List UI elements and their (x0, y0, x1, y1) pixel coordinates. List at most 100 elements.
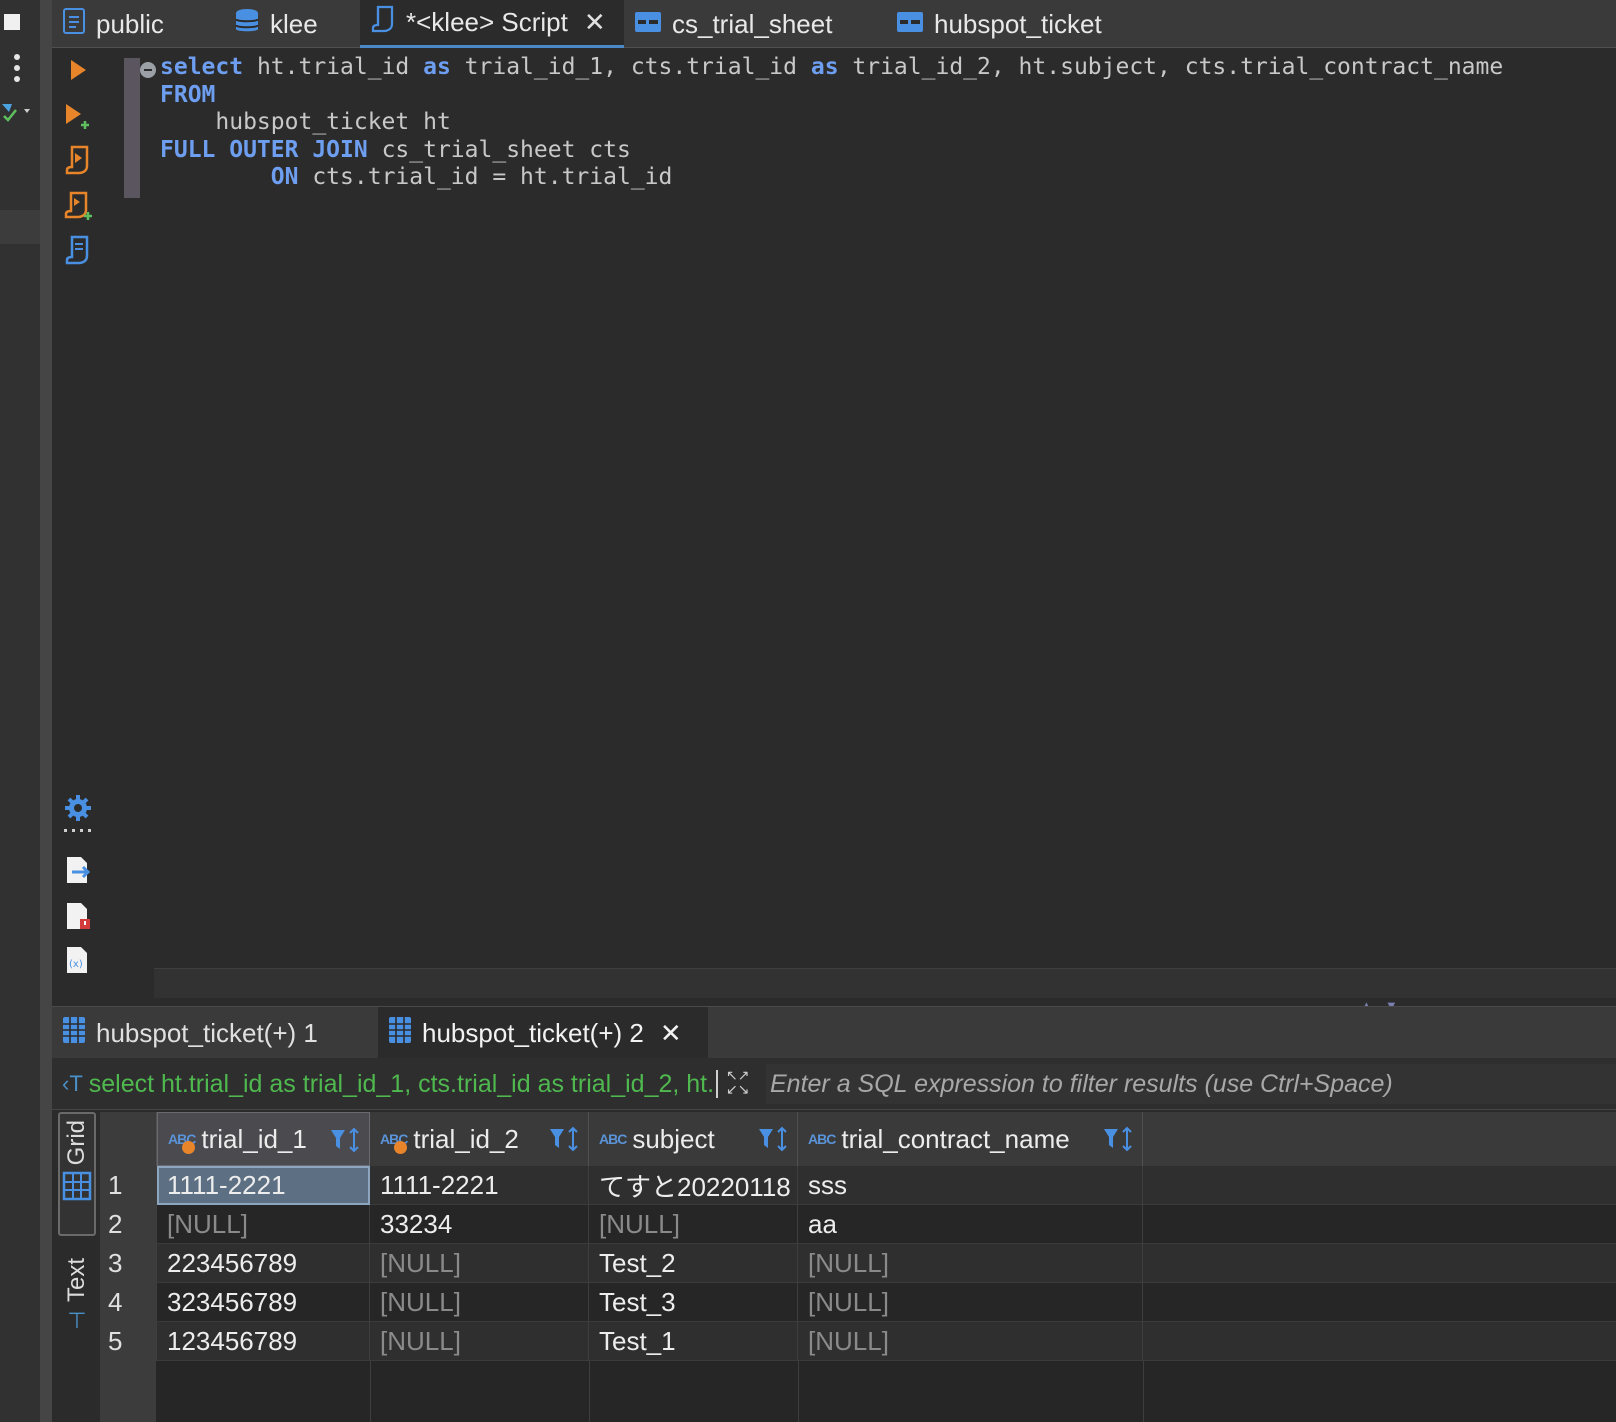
results-tab-bar: hubspot_ticket(+) 1 hubspot_ticket(+) 2 … (52, 1006, 1616, 1059)
grid-cell[interactable]: Test_2 (589, 1244, 798, 1283)
export-icon[interactable] (60, 852, 96, 888)
grid-cell[interactable]: 123456789 (157, 1322, 370, 1361)
grid-cell[interactable]: [NULL] (157, 1205, 370, 1244)
code-text: hubspot_ticket ht (160, 109, 451, 135)
grid-cell[interactable]: Test_1 (589, 1322, 798, 1361)
tab-cs-trial-sheet[interactable]: cs_trial_sheet (624, 0, 886, 48)
column-name: trial_id_2 (413, 1123, 519, 1154)
tab-klee[interactable]: klee (224, 0, 360, 48)
filter-sort-icon[interactable] (329, 1127, 363, 1153)
tab-hubspot-ticket[interactable]: hubspot_ticket (886, 0, 1148, 48)
string-type-icon: ABC (599, 1131, 627, 1147)
column-header-trial-id-2[interactable]: ABC trial_id_2 (370, 1112, 589, 1166)
row-number[interactable]: 1 (100, 1166, 157, 1205)
view-switcher: Grid Text ⊤ (52, 1110, 100, 1422)
execute-in-new-tab-icon[interactable] (60, 98, 96, 134)
commit-check-icon[interactable] (0, 100, 34, 129)
code-text: ht.trial_id (243, 54, 424, 80)
window-square-icon[interactable] (4, 14, 20, 30)
results-grid[interactable]: ABC trial_id_1 ABC trial_id_2 ABC subjec… (100, 1112, 1616, 1422)
database-icon (234, 7, 260, 42)
table-row[interactable]: 4 323456789 [NULL] Test_3 [NULL] (100, 1283, 1616, 1322)
close-icon[interactable]: ✕ (660, 1018, 682, 1049)
sql-editor[interactable]: select ht.trial_id as trial_id_1, cts.tr… (104, 48, 1616, 998)
sql-code[interactable]: select ht.trial_id as trial_id_1, cts.tr… (160, 54, 1503, 192)
column-name: trial_id_1 (201, 1123, 307, 1154)
column-divider (798, 1361, 799, 1422)
grid-cell[interactable]: 223456789 (157, 1244, 370, 1283)
expand-icon[interactable]: ↖↗ ↙↘ (726, 1068, 758, 1100)
table-row[interactable]: 3 223456789 [NULL] Test_2 [NULL] (100, 1244, 1616, 1283)
filter-separator (716, 1070, 718, 1098)
results-tab-1[interactable]: hubspot_ticket(+) 1 (52, 1007, 376, 1059)
column-header-subject[interactable]: ABC subject (589, 1112, 798, 1166)
variables-icon[interactable]: (x) (60, 942, 96, 978)
schema-doc-icon (62, 7, 86, 42)
grid-header: ABC trial_id_1 ABC trial_id_2 ABC subjec… (100, 1112, 1616, 1166)
row-number[interactable]: 4 (100, 1283, 157, 1322)
grid-cell[interactable]: [NULL] (589, 1205, 798, 1244)
string-type-key-icon: ABC (380, 1131, 408, 1154)
grid-cell[interactable]: [NULL] (798, 1244, 1143, 1283)
toolbar-separator-dots (60, 824, 96, 838)
results-tab-2[interactable]: hubspot_ticket(+) 2 ✕ (378, 1007, 708, 1059)
explain-plan-icon[interactable] (60, 232, 96, 268)
column-header-trial-id-1[interactable]: ABC trial_id_1 (157, 1112, 370, 1166)
editor-toolbar: (x) (52, 48, 104, 1028)
grid-cell[interactable]: 33234 (370, 1205, 589, 1244)
filter-input[interactable] (766, 1064, 1616, 1104)
tab-klee-script[interactable]: *<klee> Script ✕ (360, 0, 624, 48)
execute-statement-icon[interactable] (60, 52, 96, 88)
query-preview-text: select ht.trial_id as trial_id_1, cts.tr… (88, 1069, 712, 1098)
keyword: FROM (160, 81, 216, 108)
svg-text:(x): (x) (69, 959, 83, 970)
table-row[interactable]: 2 [NULL] 33234 [NULL] aa (100, 1205, 1616, 1244)
settings-gear-icon[interactable] (60, 790, 96, 826)
panel-divider[interactable] (40, 0, 52, 1422)
keyword: FULL OUTER JOIN (160, 136, 368, 163)
keyword: select (160, 54, 244, 80)
more-options-icon[interactable] (14, 54, 22, 87)
grid-view-button[interactable]: Grid (58, 1112, 96, 1236)
execute-script-icon[interactable] (60, 142, 96, 178)
row-number-header[interactable] (100, 1112, 157, 1166)
filter-sort-icon[interactable] (1102, 1126, 1136, 1152)
problems-icon[interactable] (60, 898, 96, 934)
query-text-icon: ‹T (62, 1071, 83, 1096)
script-icon (370, 4, 396, 41)
grid-cell[interactable]: [NULL] (798, 1283, 1143, 1322)
column-header-trial-contract-name[interactable]: ABC trial_contract_name (798, 1112, 1143, 1166)
grid-view-label: Grid (63, 1120, 90, 1166)
fold-icon[interactable] (140, 62, 156, 78)
grid-cell[interactable]: 1111-2221 (157, 1166, 370, 1205)
grid-cell[interactable]: [NULL] (370, 1244, 589, 1283)
grid-cell[interactable]: 323456789 (157, 1283, 370, 1322)
grid-cell[interactable]: sss (798, 1166, 1143, 1205)
execute-script-new-tab-icon[interactable] (60, 188, 96, 224)
row-number[interactable]: 3 (100, 1244, 157, 1283)
string-type-key-icon: ABC (168, 1131, 196, 1154)
grid-cell[interactable]: aa (798, 1205, 1143, 1244)
text-view-label: Text (63, 1258, 90, 1303)
filter-sort-icon[interactable] (757, 1126, 791, 1152)
close-icon[interactable]: ✕ (584, 7, 606, 38)
table-row[interactable]: 1 1111-2221 1111-2221 てすと20220118 sss (100, 1166, 1616, 1205)
row-number[interactable]: 2 (100, 1205, 157, 1244)
grid-cell[interactable]: 1111-2221 (370, 1166, 589, 1205)
filter-sort-icon[interactable] (548, 1126, 582, 1152)
selected-strip (0, 210, 40, 244)
tab-public[interactable]: public (52, 0, 224, 48)
code-text: trial_id_2, ht.subject, cts.trial_contra… (838, 54, 1504, 80)
grid-cell[interactable]: Test_3 (589, 1283, 798, 1322)
grid-cell[interactable]: てすと20220118 (589, 1166, 798, 1205)
text-view-button[interactable]: Text ⊤ (58, 1258, 96, 1358)
table-row[interactable]: 5 123456789 [NULL] Test_1 [NULL] (100, 1322, 1616, 1361)
filter-bar: ‹T select ht.trial_id as trial_id_1, cts… (52, 1058, 1616, 1110)
row-number[interactable]: 5 (100, 1322, 157, 1361)
grid-cell[interactable]: [NULL] (370, 1322, 589, 1361)
grid-cell[interactable]: [NULL] (370, 1283, 589, 1322)
horizontal-scrollbar[interactable] (154, 968, 1616, 998)
query-preview[interactable]: ‹T select ht.trial_id as trial_id_1, cts… (62, 1068, 712, 1100)
grid-cell[interactable]: [NULL] (798, 1322, 1143, 1361)
tab-label: hubspot_ticket (934, 8, 1102, 39)
